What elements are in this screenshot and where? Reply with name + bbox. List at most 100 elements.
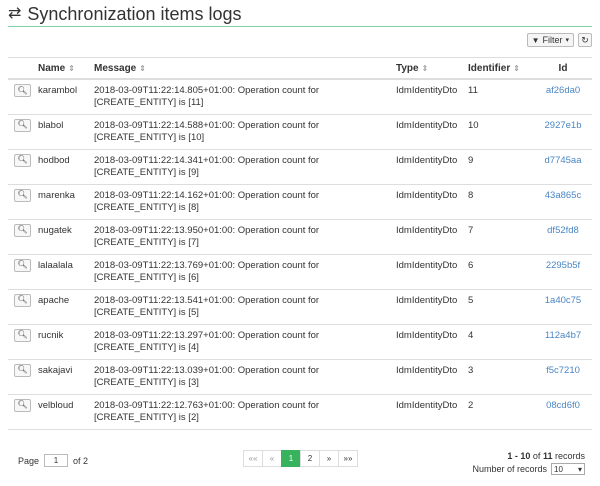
detail-button[interactable]: 🔍︎: [14, 328, 31, 342]
search-icon: 🔍︎: [17, 295, 28, 304]
row-identifier: 8: [464, 184, 534, 220]
column-header-id: Id: [534, 58, 592, 80]
row-name: velbloud: [34, 394, 90, 430]
row-detail-cell: 🔍︎: [8, 359, 34, 395]
row-id-link[interactable]: 43a865c: [545, 190, 581, 201]
detail-button[interactable]: 🔍︎: [14, 84, 31, 97]
table-row: 🔍︎ lalaalala 2018-03-09T11:22:13.769+01:00…: [8, 254, 592, 290]
row-id-link[interactable]: 08cd6f0: [546, 400, 580, 411]
filter-button[interactable]: ▼ Filter ▾: [526, 33, 574, 47]
row-detail-cell: 🔍︎: [8, 324, 34, 360]
table-footer: Page 1 of 2 «« « 1 2 » »» 1 - 10 of 11 r…: [8, 449, 592, 483]
search-icon: 🔍︎: [17, 155, 28, 164]
row-name: rucnik: [34, 324, 90, 360]
page-info: Page 1 of 2: [18, 454, 88, 467]
records-per-page-select[interactable]: 10 ▾: [551, 463, 585, 475]
row-message: 2018-03-09T11:22:13.769+01:00: Operation…: [90, 254, 392, 290]
row-detail-cell: 🔍︎: [8, 394, 34, 430]
sort-icon: ⇕: [68, 63, 75, 73]
search-icon: 🔍︎: [17, 260, 28, 269]
row-id-cell: df52fd8: [534, 219, 592, 255]
detail-button[interactable]: 🔍︎: [14, 398, 31, 412]
column-header-detail: [8, 58, 34, 80]
first-page-button[interactable]: ««: [243, 450, 263, 467]
search-icon: 🔍︎: [17, 190, 28, 199]
row-id-link[interactable]: 2927e1b: [545, 120, 582, 131]
row-id-link[interactable]: d7745aa: [545, 155, 582, 166]
row-id-link[interactable]: 1a40c75: [545, 295, 581, 306]
last-page-button[interactable]: »»: [338, 450, 358, 467]
row-type: IdmIdentityDto: [392, 114, 464, 150]
column-header-message[interactable]: Message ⇕: [90, 58, 392, 80]
row-id-link[interactable]: 112a4b7: [545, 330, 581, 341]
detail-button[interactable]: 🔍︎: [14, 363, 31, 377]
row-id-link[interactable]: af26da0: [546, 85, 580, 96]
table-row: 🔍︎ velbloud 2018-03-09T11:22:12.763+01:00:…: [8, 394, 592, 430]
row-identifier: 9: [464, 149, 534, 185]
row-identifier: 2: [464, 394, 534, 430]
detail-button[interactable]: 🔍︎: [14, 258, 31, 272]
row-id-cell: 08cd6f0: [534, 394, 592, 430]
page-count-label: of 2: [73, 455, 89, 466]
table-row: 🔍︎ karambol 2018-03-09T11:22:14.805+01:00:…: [8, 79, 592, 115]
row-id-cell: af26da0: [534, 79, 592, 115]
row-id-link[interactable]: 2295b5f: [546, 260, 580, 271]
page-number-input[interactable]: 1: [44, 454, 69, 467]
row-id-cell: 2295b5f: [534, 254, 592, 290]
logs-table-container: Name ⇕ Message ⇕ Type ⇕ Identifier ⇕ Id 🔍︎ ka…: [8, 57, 592, 430]
column-header-identifier[interactable]: Identifier ⇕: [464, 58, 534, 80]
previous-page-button[interactable]: «: [262, 450, 282, 467]
row-message: 2018-03-09T11:22:13.297+01:00: Operation…: [90, 324, 392, 360]
row-id-cell: 2927e1b: [534, 114, 592, 150]
detail-button[interactable]: 🔍︎: [14, 223, 31, 237]
row-id-cell: 43a865c: [534, 184, 592, 220]
exchange-icon: ⇄: [8, 5, 22, 22]
search-icon: 🔍︎: [17, 400, 28, 409]
row-type: IdmIdentityDto: [392, 149, 464, 185]
row-detail-cell: 🔍︎: [8, 184, 34, 220]
sort-icon: ⇕: [139, 63, 146, 73]
row-message: 2018-03-09T11:22:14.805+01:00: Operation…: [90, 79, 392, 115]
row-detail-cell: 🔍︎: [8, 289, 34, 325]
page-button-2[interactable]: 2: [300, 450, 320, 467]
row-name: lalaalala: [34, 254, 90, 290]
row-name: blabol: [34, 114, 90, 150]
row-type: IdmIdentityDto: [392, 184, 464, 220]
row-name: hodbod: [34, 149, 90, 185]
caret-down-icon: ▾: [565, 37, 569, 44]
logs-table: Name ⇕ Message ⇕ Type ⇕ Identifier ⇕ Id 🔍︎ ka…: [8, 58, 592, 430]
row-name: apache: [34, 289, 90, 325]
row-identifier: 4: [464, 324, 534, 360]
detail-button[interactable]: 🔍︎: [14, 188, 31, 202]
records-per-page-label: Number of records: [472, 464, 547, 474]
row-detail-cell: 🔍︎: [8, 254, 34, 290]
row-identifier: 5: [464, 289, 534, 325]
detail-button[interactable]: 🔍︎: [14, 153, 31, 167]
row-message: 2018-03-09T11:22:14.341+01:00: Operation…: [90, 149, 392, 185]
row-identifier: 3: [464, 359, 534, 395]
row-type: IdmIdentityDto: [392, 79, 464, 115]
row-name: nugatek: [34, 219, 90, 255]
table-row: 🔍︎ hodbod 2018-03-09T11:22:14.341+01:00: O…: [8, 149, 592, 185]
page-button-1[interactable]: 1: [281, 450, 301, 467]
row-message: 2018-03-09T11:22:14.162+01:00: Operation…: [90, 184, 392, 220]
detail-button[interactable]: 🔍︎: [14, 293, 31, 307]
row-id-link[interactable]: df52fd8: [547, 225, 579, 236]
row-type: IdmIdentityDto: [392, 359, 464, 395]
table-row: 🔍︎ blabol 2018-03-09T11:22:14.588+01:00: O…: [8, 114, 592, 150]
row-type: IdmIdentityDto: [392, 219, 464, 255]
row-type: IdmIdentityDto: [392, 289, 464, 325]
row-identifier: 6: [464, 254, 534, 290]
row-message: 2018-03-09T11:22:12.763+01:00: Operation…: [90, 394, 392, 430]
refresh-button[interactable]: ↻: [578, 33, 592, 47]
column-header-type[interactable]: Type ⇕: [392, 58, 464, 80]
records-per-page: Number of records 10 ▾: [472, 463, 585, 475]
next-page-button[interactable]: »: [319, 450, 339, 467]
caret-down-icon: ▾: [577, 464, 582, 474]
row-detail-cell: 🔍︎: [8, 79, 34, 115]
page-label: Page: [18, 455, 40, 466]
search-icon: 🔍︎: [17, 225, 28, 234]
detail-button[interactable]: 🔍︎: [14, 118, 31, 132]
column-header-name[interactable]: Name ⇕: [34, 58, 90, 80]
row-id-link[interactable]: f5c7210: [546, 365, 580, 376]
